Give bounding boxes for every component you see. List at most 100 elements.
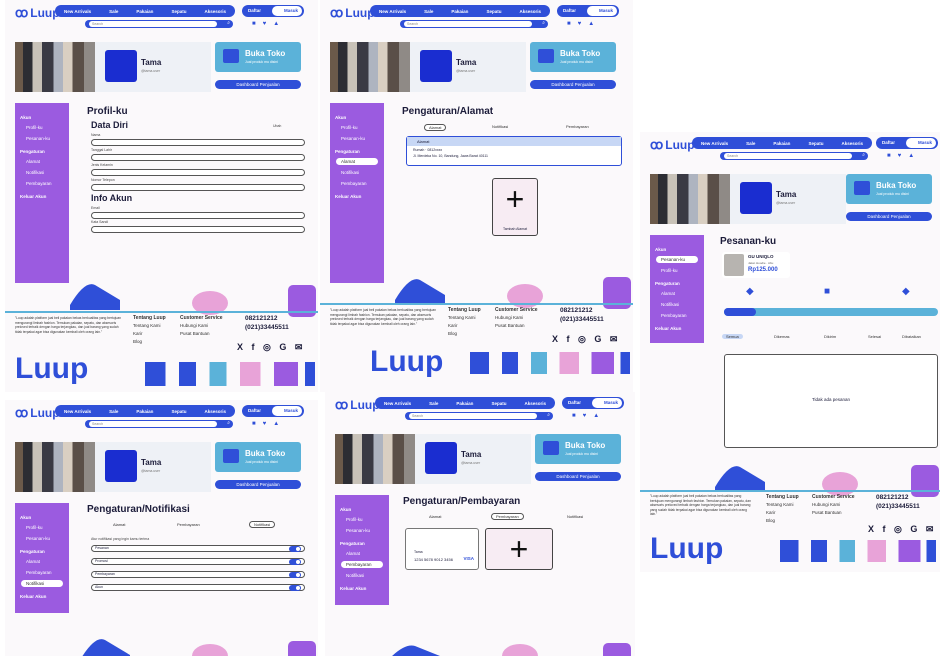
heart-icon[interactable]: ♥ — [263, 421, 274, 427]
footer-link[interactable]: Karir — [766, 510, 776, 515]
nav-new-arrivals[interactable]: New Arrivals — [701, 141, 728, 146]
bag-icon[interactable]: ■ — [887, 153, 898, 159]
bag-icon[interactable]: ■ — [567, 21, 578, 27]
tab-pembayaran[interactable]: Pembayaran — [566, 124, 589, 129]
telepon-field[interactable] — [91, 184, 305, 191]
sidebar-keluar[interactable]: Keluar Akun — [335, 194, 361, 199]
search-icon[interactable]: ⌕ — [862, 152, 865, 158]
nav-sepatu[interactable]: Sepatu — [171, 409, 186, 414]
search-icon[interactable]: ⌕ — [227, 420, 230, 426]
sidebar-item-pembayaran[interactable]: Pembayaran — [656, 312, 698, 319]
nav-aksesoris[interactable]: Aksesoris — [204, 409, 226, 414]
bell-icon[interactable]: ▲ — [593, 413, 606, 419]
dashboard-penjualan-button[interactable]: Dashboard Penjualan — [215, 480, 301, 489]
nav-sepatu[interactable]: Sepatu — [491, 401, 506, 406]
tanggal-lahir-field[interactable] — [91, 154, 305, 161]
tab-alamat[interactable]: Alamat — [424, 124, 447, 131]
add-payment-button[interactable]: + — [485, 528, 553, 570]
nav-sale[interactable]: Sale — [746, 141, 755, 146]
nav-aksesoris[interactable]: Aksesoris — [841, 141, 863, 146]
bell-icon[interactable]: ▲ — [908, 153, 921, 159]
tab-dibatalkan[interactable]: Dibatalkan — [902, 334, 921, 339]
nav-pakaian[interactable]: Pakaian — [136, 9, 153, 14]
buka-toko-button[interactable]: Buka Toko Jual produk mu disini — [846, 174, 932, 204]
footer-link[interactable]: Tentang Kami — [766, 502, 794, 507]
heart-icon[interactable]: ♥ — [578, 21, 589, 27]
sidebar-keluar[interactable]: Keluar Akun — [340, 586, 366, 591]
search-input[interactable]: Search — [404, 21, 532, 27]
jenis-kelamin-field[interactable] — [91, 169, 305, 176]
social-icons[interactable]: X f ◎ G ✉ — [552, 334, 620, 345]
toggle-switch[interactable] — [289, 584, 301, 591]
social-icons[interactable]: X f ◎ G ✉ — [237, 342, 305, 353]
footer-link[interactable]: Hubungi Kami — [180, 323, 208, 328]
masuk-button[interactable]: Masuk — [272, 6, 302, 16]
tab-alamat[interactable]: Alamat — [429, 514, 441, 519]
nav-aksesoris[interactable]: Aksesoris — [519, 9, 541, 14]
nav-sale[interactable]: Sale — [109, 409, 118, 414]
sidebar-item-alamat[interactable]: Alamat — [336, 158, 378, 165]
tab-dikemas[interactable]: Dikemas — [774, 334, 790, 339]
tab-dikirim[interactable]: Dikirim — [824, 334, 836, 339]
tab-notifikasi[interactable]: Notifikasi — [492, 124, 508, 129]
footer-link[interactable]: Pusat Bantuan — [812, 510, 842, 515]
search-input[interactable]: Search — [724, 153, 852, 159]
buka-toko-button[interactable]: Buka Toko Jual produk mu disini — [530, 42, 616, 72]
sidebar-akun[interactable]: Akun — [20, 515, 31, 520]
dashboard-penjualan-button[interactable]: Dashboard Penjualan — [530, 80, 616, 89]
bell-icon[interactable]: ▲ — [588, 21, 601, 27]
sidebar-item-pesanan[interactable]: Pesanan-ku — [656, 256, 698, 263]
tab-notifikasi[interactable]: Notifikasi — [567, 514, 583, 519]
tab-semua[interactable]: Semua — [722, 334, 743, 339]
tab-pembayaran[interactable]: Pembayaran — [177, 522, 200, 527]
sidebar-item-pembayaran[interactable]: Pembayaran — [341, 561, 383, 568]
sidebar-item-alamat[interactable]: Alamat — [21, 558, 63, 565]
heart-icon[interactable]: ♥ — [583, 413, 594, 419]
sidebar-item-notifikasi[interactable]: Notifikasi — [21, 580, 63, 587]
logo[interactable]: ꝏ Luup — [650, 137, 695, 153]
footer-link[interactable]: Tentang Kami — [133, 323, 161, 328]
search-input[interactable]: Search — [89, 21, 217, 27]
sidebar-pengaturan[interactable]: Pengaturan — [335, 149, 360, 154]
tab-notifikasi[interactable]: Notifikasi — [249, 521, 276, 528]
sidebar-item-alamat[interactable]: Alamat — [341, 550, 383, 557]
sidebar-item-notifikasi[interactable]: Notifikasi — [656, 301, 698, 308]
nav-sepatu[interactable]: Sepatu — [808, 141, 823, 146]
sidebar-item-profil[interactable]: Profil-ku — [21, 124, 63, 131]
sidebar-item-pesanan[interactable]: Pesanan-ku — [21, 535, 63, 542]
email-field[interactable] — [91, 212, 305, 219]
password-field[interactable] — [91, 226, 305, 233]
logo[interactable]: ꝏ Luup — [15, 5, 60, 21]
bag-icon[interactable]: ■ — [572, 413, 583, 419]
sidebar-item-pembayaran[interactable]: Pembayaran — [336, 180, 378, 187]
footer-link[interactable]: Pusat Bantuan — [495, 323, 525, 328]
footer-link[interactable]: Blog — [448, 331, 457, 336]
sidebar-pengaturan[interactable]: Pengaturan — [340, 541, 365, 546]
nav-new-arrivals[interactable]: New Arrivals — [64, 9, 91, 14]
daftar-button[interactable]: Daftar — [248, 8, 261, 13]
heart-icon[interactable]: ♥ — [898, 153, 909, 159]
nav-pakaian[interactable]: Pakaian — [136, 409, 153, 414]
dashboard-penjualan-button[interactable]: Dashboard Penjualan — [215, 80, 301, 89]
sidebar-keluar[interactable]: Keluar Akun — [20, 194, 46, 199]
footer-link[interactable]: Hubungi Kami — [495, 315, 523, 320]
buka-toko-button[interactable]: Buka Toko Jual produk mu disini — [215, 42, 301, 72]
sidebar-item-profil[interactable]: Profil-ku — [656, 267, 698, 274]
tab-selesai[interactable]: Selesai — [868, 334, 881, 339]
nav-aksesoris[interactable]: Aksesoris — [204, 9, 226, 14]
order-card[interactable]: GU UNIQLO Jaket Hoodie · Abu Rp125.000 — [722, 252, 790, 278]
daftar-button[interactable]: Daftar — [882, 140, 895, 145]
sidebar-item-pembayaran[interactable]: Pembayaran — [21, 180, 63, 187]
sidebar-pengaturan[interactable]: Pengaturan — [20, 149, 45, 154]
bag-icon[interactable]: ■ — [252, 21, 263, 27]
nav-new-arrivals[interactable]: New Arrivals — [64, 409, 91, 414]
daftar-button[interactable]: Daftar — [248, 408, 261, 413]
sidebar-item-alamat[interactable]: Alamat — [21, 158, 63, 165]
sidebar-item-alamat[interactable]: Alamat — [656, 290, 698, 297]
address-card[interactable]: Alamat Rumah · 0812xxxx Jl. Merdeka No. … — [406, 136, 622, 166]
buka-toko-button[interactable]: Buka Toko Jual produk mu disini — [535, 434, 621, 464]
sidebar-pengaturan[interactable]: Pengaturan — [20, 549, 45, 554]
social-icons[interactable]: X f ◎ G ✉ — [868, 524, 936, 535]
nav-pakaian[interactable]: Pakaian — [456, 401, 473, 406]
search-input[interactable]: Search — [89, 421, 217, 427]
